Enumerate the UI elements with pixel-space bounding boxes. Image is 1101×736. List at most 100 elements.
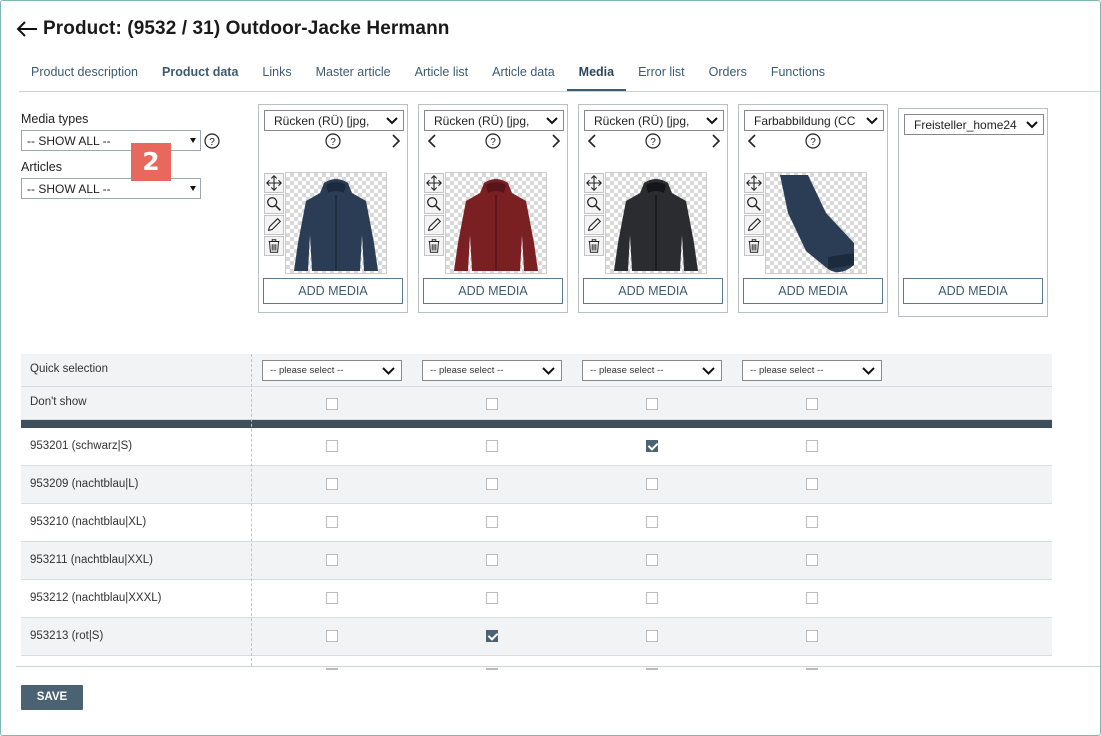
assign-checkbox[interactable] xyxy=(326,630,338,642)
tab-functions[interactable]: Functions xyxy=(759,56,837,91)
chevron-left-icon[interactable] xyxy=(427,134,437,148)
table-row: 953213 (rot|S) xyxy=(21,618,1052,656)
tab-article-list[interactable]: Article list xyxy=(403,56,480,91)
articles-select[interactable]: -- SHOW ALL -- xyxy=(21,178,201,199)
edit-icon[interactable] xyxy=(424,215,444,235)
zoom-icon[interactable] xyxy=(424,194,444,214)
quick-select-dropdown[interactable]: -- please select -- xyxy=(262,360,402,381)
assign-checkbox[interactable] xyxy=(646,478,658,490)
delete-icon[interactable] xyxy=(264,236,284,256)
chevron-left-icon[interactable] xyxy=(587,134,597,148)
add-media-button[interactable]: ADD MEDIA xyxy=(583,278,723,304)
tab-links[interactable]: Links xyxy=(250,56,303,91)
assign-checkbox[interactable] xyxy=(486,478,498,490)
assign-checkbox[interactable] xyxy=(806,516,818,528)
quick-select-dropdown[interactable]: -- please select -- xyxy=(742,360,882,381)
delete-icon[interactable] xyxy=(584,236,604,256)
tab-media[interactable]: Media xyxy=(566,56,627,91)
assign-checkbox[interactable] xyxy=(326,668,338,670)
dont-show-checkbox[interactable] xyxy=(326,398,338,410)
assign-checkbox[interactable] xyxy=(806,554,818,566)
table-row xyxy=(21,656,1052,670)
tab-orders[interactable]: Orders xyxy=(697,56,759,91)
delete-icon[interactable] xyxy=(424,236,444,256)
move-icon[interactable] xyxy=(424,173,444,193)
help-icon[interactable]: ? xyxy=(204,133,220,149)
move-icon[interactable] xyxy=(744,173,764,193)
zoom-icon[interactable] xyxy=(744,194,764,214)
tab-error-list[interactable]: Error list xyxy=(626,56,697,91)
zoom-icon[interactable] xyxy=(584,194,604,214)
tab-product-description[interactable]: Product description xyxy=(19,56,150,91)
zoom-icon[interactable] xyxy=(264,194,284,214)
assign-checkbox[interactable] xyxy=(646,516,658,528)
assign-checkbox[interactable] xyxy=(326,516,338,528)
tab-master-article[interactable]: Master article xyxy=(304,56,403,91)
edit-icon[interactable] xyxy=(744,215,764,235)
assign-checkbox[interactable] xyxy=(486,592,498,604)
dont-show-checkbox[interactable] xyxy=(486,398,498,410)
help-icon[interactable]: ? xyxy=(325,133,341,149)
chevron-right-icon[interactable] xyxy=(711,134,721,148)
assign-checkbox[interactable] xyxy=(646,668,658,670)
media-thumbnail[interactable] xyxy=(605,172,707,274)
media-thumbnail[interactable] xyxy=(765,172,867,274)
quick-select-dropdown[interactable]: -- please select -- xyxy=(422,360,562,381)
add-media-button[interactable]: ADD MEDIA xyxy=(743,278,883,304)
dont-show-label: Don't show xyxy=(30,396,87,408)
assign-checkbox[interactable] xyxy=(486,630,498,642)
edit-icon[interactable] xyxy=(584,215,604,235)
assign-checkbox[interactable] xyxy=(326,478,338,490)
delete-icon[interactable] xyxy=(744,236,764,256)
media-slot-select[interactable]: Farbabbildung (CC xyxy=(744,110,884,131)
back-arrow-icon[interactable] xyxy=(15,19,39,39)
add-media-button[interactable]: ADD MEDIA xyxy=(903,278,1043,304)
assign-checkbox[interactable] xyxy=(326,440,338,452)
help-icon[interactable]: ? xyxy=(645,133,661,149)
assign-checkbox[interactable] xyxy=(326,592,338,604)
assign-checkbox[interactable] xyxy=(806,668,818,670)
svg-text:?: ? xyxy=(490,137,496,148)
chevron-down-icon xyxy=(862,367,875,375)
assign-checkbox[interactable] xyxy=(806,478,818,490)
help-icon[interactable]: ? xyxy=(485,133,501,149)
assign-checkbox[interactable] xyxy=(486,668,498,670)
assign-checkbox[interactable] xyxy=(646,630,658,642)
assign-checkbox[interactable] xyxy=(486,516,498,528)
help-icon[interactable]: ? xyxy=(805,133,821,149)
add-media-button[interactable]: ADD MEDIA xyxy=(423,278,563,304)
media-thumbnail[interactable] xyxy=(445,172,547,274)
assign-checkbox[interactable] xyxy=(486,440,498,452)
media-slot-select[interactable]: Rücken (RÜ) [jpg, xyxy=(424,110,564,131)
move-icon[interactable] xyxy=(584,173,604,193)
media-slot-select[interactable]: Rücken (RÜ) [jpg, xyxy=(584,110,724,131)
chevron-left-icon[interactable] xyxy=(747,134,757,148)
assign-checkbox[interactable] xyxy=(806,440,818,452)
chevron-right-icon[interactable] xyxy=(391,134,401,148)
edit-icon[interactable] xyxy=(264,215,284,235)
table-row: 953212 (nachtblau|XXXL) xyxy=(21,580,1052,618)
column-divider xyxy=(251,354,252,666)
save-button[interactable]: SAVE xyxy=(21,685,83,710)
move-icon[interactable] xyxy=(264,173,284,193)
assign-checkbox[interactable] xyxy=(326,554,338,566)
assign-checkbox[interactable] xyxy=(646,440,658,452)
dont-show-checkbox[interactable] xyxy=(646,398,658,410)
media-types-select[interactable]: -- SHOW ALL -- xyxy=(21,130,201,151)
media-slot-select[interactable]: Rücken (RÜ) [jpg, xyxy=(264,110,404,131)
sleeve-image xyxy=(780,175,854,273)
assign-checkbox[interactable] xyxy=(646,554,658,566)
tab-product-data[interactable]: Product data xyxy=(150,56,250,91)
media-slot-select[interactable]: Freisteller_home24 xyxy=(904,114,1044,135)
assign-checkbox[interactable] xyxy=(806,592,818,604)
assign-checkbox[interactable] xyxy=(486,554,498,566)
tab-article-data[interactable]: Article data xyxy=(480,56,567,91)
quick-select-dropdown[interactable]: -- please select -- xyxy=(582,360,722,381)
add-media-button[interactable]: ADD MEDIA xyxy=(263,278,403,304)
chevron-right-icon[interactable] xyxy=(551,134,561,148)
dont-show-checkbox[interactable] xyxy=(806,398,818,410)
chevron-down-icon xyxy=(866,117,878,125)
media-thumbnail[interactable] xyxy=(285,172,387,274)
assign-checkbox[interactable] xyxy=(806,630,818,642)
assign-checkbox[interactable] xyxy=(646,592,658,604)
